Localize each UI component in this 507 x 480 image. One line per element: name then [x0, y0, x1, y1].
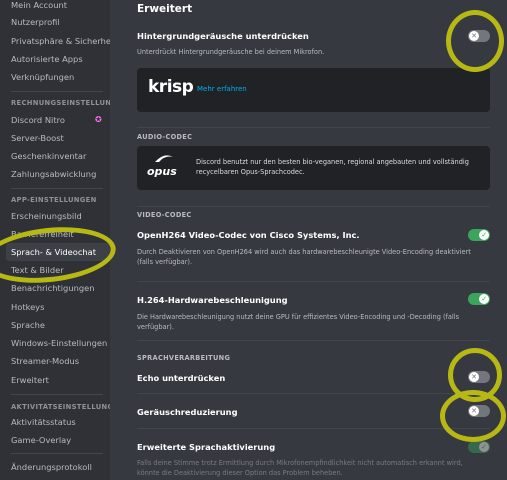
close-icon: ✕	[469, 406, 479, 416]
check-icon: ✓	[479, 442, 489, 452]
sidebar-item-billing[interactable]: Zahlungsabwicklung	[6, 165, 110, 183]
sidebar-item-streamer-mode[interactable]: Streamer-Modus	[6, 352, 110, 370]
noise-reduction-toggle[interactable]: ✕	[468, 405, 490, 417]
sidebar-item-user-profile[interactable]: Nutzerprofil	[6, 13, 110, 31]
opus-logo: opus	[147, 165, 177, 178]
section-divider	[137, 281, 490, 282]
noise-reduction-title: Geräuschreduzierung	[137, 407, 238, 417]
check-icon: ✓	[479, 230, 489, 240]
sidebar-item-gift-inventory[interactable]: Geschenkinventar	[6, 147, 110, 165]
close-icon: ✕	[469, 31, 479, 41]
sidebar-divider	[11, 188, 103, 189]
section-divider	[137, 428, 490, 429]
sidebar-header-billing: RECHNUNGSEINSTELLUNG...	[11, 99, 110, 107]
advanced-voice-activity-toggle[interactable]: ✓	[468, 441, 490, 453]
advanced-voice-activity-desc: Falls deine Stimme trotz Ermittlung durc…	[137, 459, 463, 477]
sidebar-header-activity: AKTIVITÄTSEINSTELLUNGEN	[11, 403, 110, 411]
section-divider	[137, 340, 490, 341]
sidebar-item-game-overlay[interactable]: Game-Overlay	[6, 431, 110, 449]
openh264-title: OpenH264 Video-Codec von Cisco Systems, …	[137, 230, 360, 240]
sidebar-item-hotkeys[interactable]: Hotkeys	[6, 298, 110, 316]
sidebar-item-connections[interactable]: Verknüpfungen	[6, 68, 110, 86]
sidebar-item-accessibility[interactable]: Barrierefreiheit	[6, 225, 110, 243]
section-divider	[137, 393, 490, 394]
opus-card: opus Discord benutzt nur den besten bio-…	[137, 146, 490, 190]
sidebar-item-authorized-apps[interactable]: Autorisierte Apps	[6, 50, 110, 68]
sidebar-item-voice-video[interactable]: Sprach- & Videochat	[6, 243, 110, 261]
settings-sidebar: Mein Account Nutzerprofil Privatsphäre &…	[0, 0, 110, 480]
sidebar-item-changelog[interactable]: Änderungsprotokoll	[6, 458, 110, 476]
echo-cancellation-toggle[interactable]: ✕	[468, 371, 490, 383]
sidebar-item-notifications[interactable]: Benachrichtigungen	[6, 279, 110, 297]
h264-desc: Die Hardwarebeschleunigung nutzt deine G…	[137, 313, 460, 331]
audio-codec-header: AUDIO-CODEC	[137, 133, 193, 141]
settings-content: Erweitert Hintergrundgeräusche unterdrüc…	[110, 0, 507, 480]
sidebar-divider	[11, 91, 103, 92]
section-divider	[137, 127, 490, 128]
voice-processing-header: SPRACHVERARBEITUNG	[137, 354, 231, 362]
openh264-desc: Durch Deaktivieren von OpenH264 wird auc…	[137, 248, 471, 266]
noise-suppression-toggle[interactable]: ✕	[468, 30, 490, 42]
noise-suppression-title: Hintergrundgeräusche unterdrücken	[137, 31, 309, 41]
sidebar-item-my-account[interactable]: Mein Account	[6, 0, 110, 14]
opus-swirl-icon	[155, 155, 173, 162]
sidebar-item-server-boost[interactable]: Server-Boost	[6, 129, 110, 147]
nitro-icon: ✪	[95, 115, 102, 124]
sidebar-item-advanced[interactable]: Erweitert	[6, 371, 110, 389]
section-divider	[137, 206, 490, 207]
advanced-voice-activity-title: Erweiterte Sprachaktivierung	[137, 442, 276, 452]
sidebar-header-app: APP-EINSTELLUNGEN	[11, 196, 97, 204]
close-icon: ✕	[469, 372, 479, 382]
sidebar-item-language[interactable]: Sprache	[6, 316, 110, 334]
sidebar-item-windows-settings[interactable]: Windows-Einstellungen	[6, 334, 110, 352]
sidebar-item-activity-status[interactable]: Aktivitätsstatus	[6, 413, 110, 431]
krisp-learn-more-link[interactable]: Mehr erfahren	[197, 85, 247, 93]
openh264-toggle[interactable]: ✓	[468, 229, 490, 241]
krisp-card: krisp Mehr erfahren	[137, 68, 490, 112]
video-codec-header: VIDEO-CODEC	[137, 211, 192, 219]
sidebar-divider	[11, 394, 103, 395]
opus-desc: Discord benutzt nur den besten bio-vegan…	[196, 158, 469, 176]
sidebar-item-privacy[interactable]: Privatsphäre & Sicherheit	[6, 32, 110, 50]
krisp-logo: krisp	[148, 77, 194, 97]
sidebar-item-appearance[interactable]: Erscheinungsbild	[6, 207, 110, 225]
sidebar-item-text-images[interactable]: Text & Bilder	[6, 261, 110, 279]
sidebar-divider	[11, 453, 103, 454]
h264-toggle[interactable]: ✓	[468, 293, 490, 305]
noise-suppression-desc: Unterdrückt Hintergrundgeräusche bei dei…	[137, 48, 325, 56]
page-title: Erweitert	[137, 3, 193, 15]
echo-cancellation-title: Echo unterdrücken	[137, 373, 226, 383]
check-icon: ✓	[479, 294, 489, 304]
h264-title: H.264-Hardwarebeschleunigung	[137, 295, 288, 305]
